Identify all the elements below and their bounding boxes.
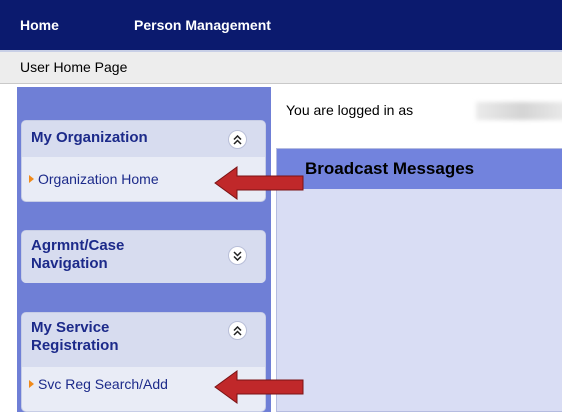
chevrons-down-icon[interactable] <box>228 246 247 265</box>
panel-title-my-organization: My Organization <box>31 129 148 146</box>
main-content: You are logged in as Broadcast Messages <box>272 84 562 412</box>
logged-in-label: You are logged in as <box>286 102 414 118</box>
nav-person-management-link[interactable]: Person Management <box>134 17 271 33</box>
broadcast-messages-header: Broadcast Messages <box>277 149 562 189</box>
broadcast-messages-title: Broadcast Messages <box>305 159 475 178</box>
panel-header: My Organization <box>22 121 265 157</box>
panel-title-line-1: My Service <box>31 319 110 336</box>
top-navigation-bar: Home Person Management <box>0 0 562 52</box>
breadcrumb-label: User Home Page <box>20 59 128 75</box>
panel-title-my-service-registration: My Service Registration <box>31 319 119 355</box>
panel-title-agreement-case-navigation: Agrmnt/Case Navigation <box>31 237 124 273</box>
panel-agreement-case-navigation: Agrmnt/Case Navigation <box>21 230 266 283</box>
panel-header: My Service Registration <box>22 313 265 367</box>
panel-my-organization: My Organization Organization Home <box>21 120 266 202</box>
redacted-username <box>476 102 562 120</box>
svc-reg-search-add-link[interactable]: Svc Reg Search/Add <box>29 376 168 392</box>
bullet-arrow-icon <box>29 175 34 183</box>
chevrons-up-icon[interactable] <box>228 130 247 149</box>
bullet-arrow-icon <box>29 380 34 388</box>
panel-title-line-2: Registration <box>31 337 119 354</box>
chevrons-up-icon[interactable] <box>228 321 247 340</box>
svc-reg-search-add-label: Svc Reg Search/Add <box>38 376 168 392</box>
organization-home-label: Organization Home <box>38 171 159 187</box>
panel-header: Agrmnt/Case Navigation <box>22 231 265 283</box>
sidebar: My Organization Organization Home Agrmnt… <box>17 87 271 412</box>
panel-title-line-1: Agrmnt/Case <box>31 237 125 254</box>
panel-title-line-2: Navigation <box>31 255 108 272</box>
nav-home-link[interactable]: Home <box>20 17 59 33</box>
broadcast-messages-panel: Broadcast Messages <box>276 148 562 412</box>
organization-home-link[interactable]: Organization Home <box>29 171 159 187</box>
panel-my-service-registration: My Service Registration Svc Reg Search/A… <box>21 312 266 412</box>
breadcrumb: User Home Page <box>0 52 562 84</box>
